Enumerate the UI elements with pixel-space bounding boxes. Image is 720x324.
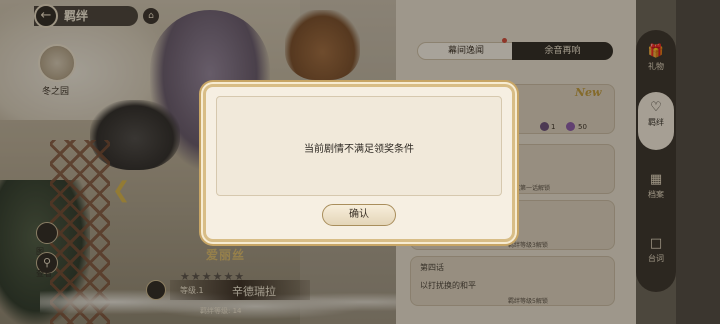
confirm-button[interactable]: 确认 — [322, 204, 396, 226]
dialog-message: 当前剧情不满足领奖条件 — [304, 144, 414, 155]
